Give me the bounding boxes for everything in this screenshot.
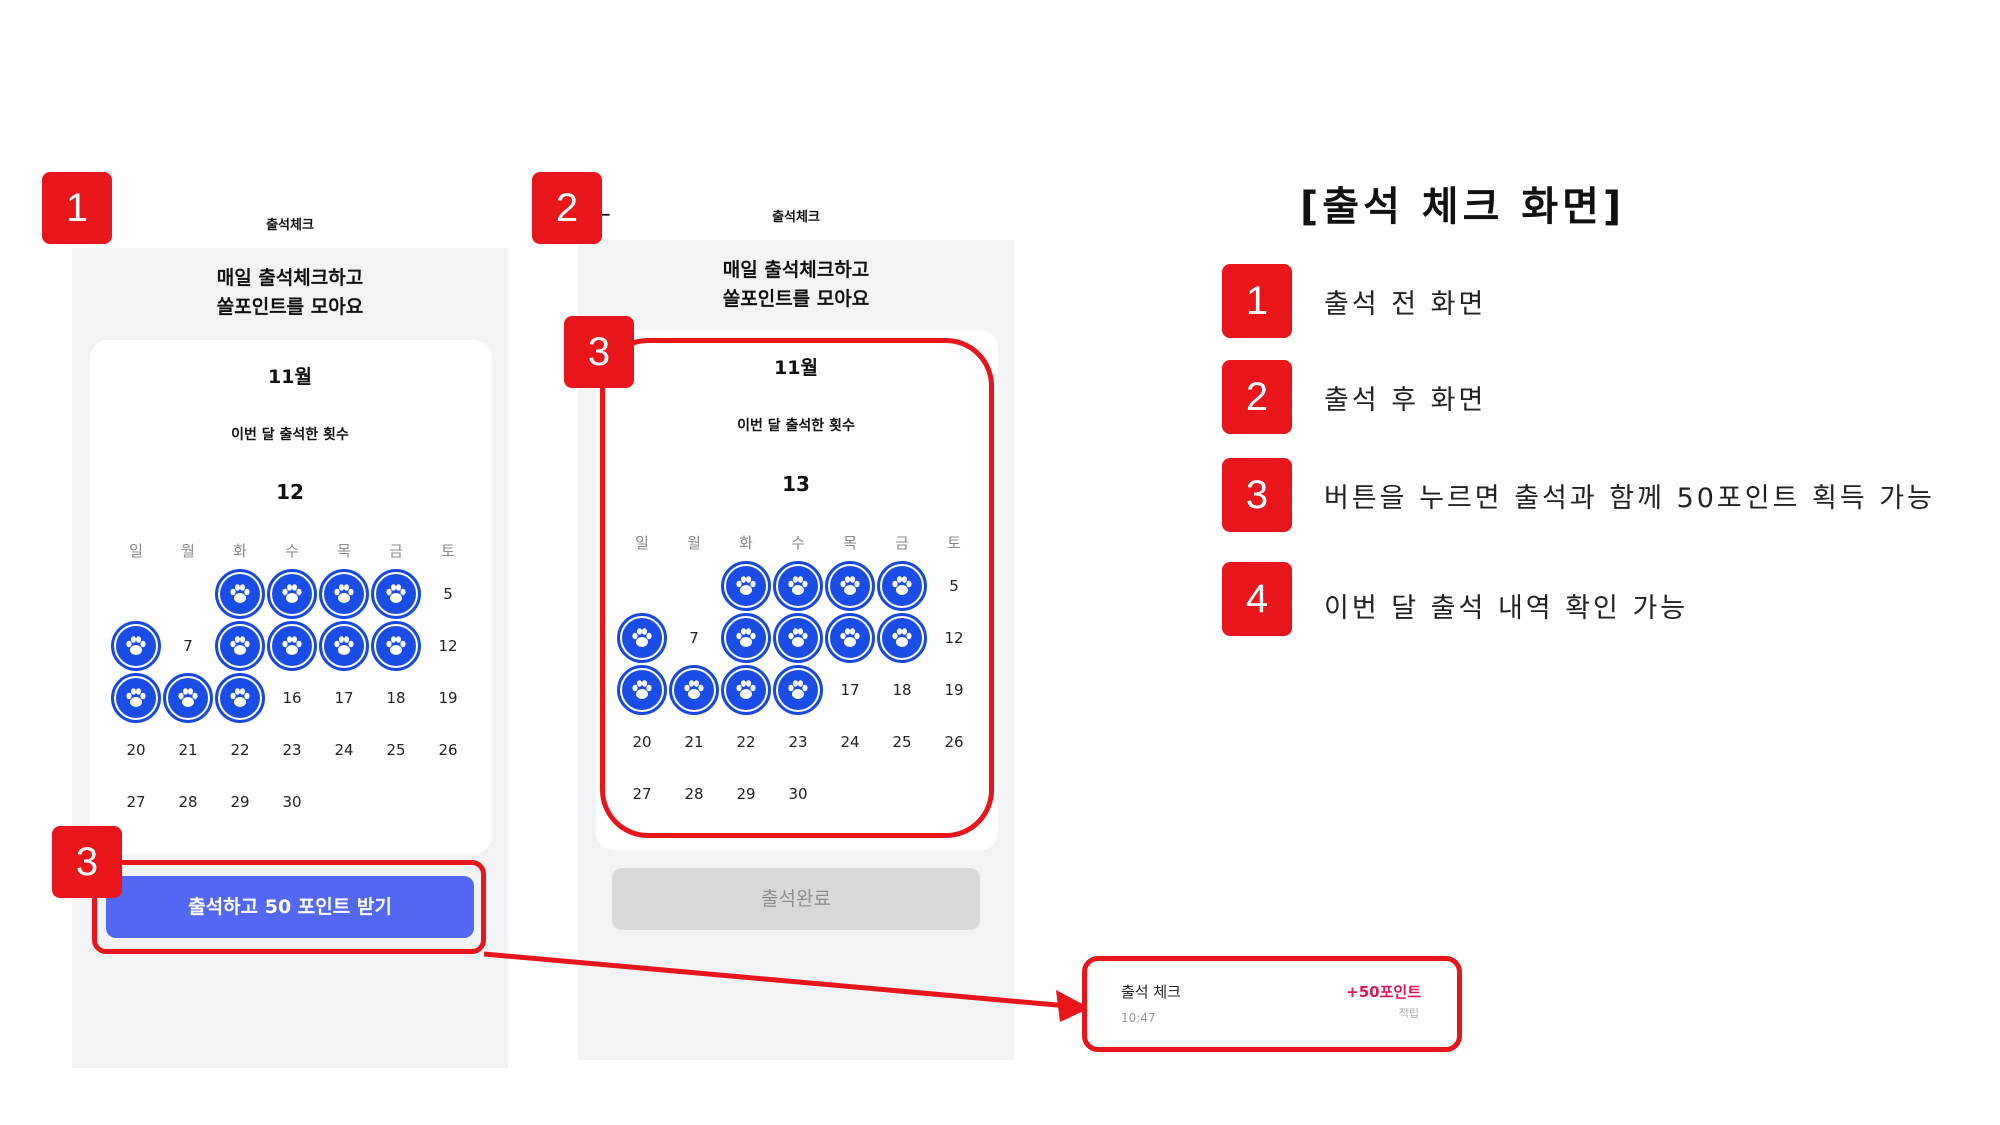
toast-title: 출석 체크 <box>1121 983 1181 1001</box>
legend-text-2: 출석 후 화면 <box>1324 385 1487 416</box>
legend-badge-4: 4 <box>1222 562 1292 636</box>
legend-text-3: 버튼을 누르면 출석과 함께 50포인트 획득 가능 <box>1324 483 1935 514</box>
connector-arrow <box>483 951 1090 1022</box>
legend-title: [출석 체크 화면] <box>1300 184 1626 230</box>
legend-badge-1: 1 <box>1222 264 1292 338</box>
toast-status: 적립 <box>1398 1007 1419 1020</box>
toast-time: 10:47 <box>1121 1011 1156 1025</box>
toast-points: +50포인트 <box>1346 983 1421 1001</box>
points-earned-toast: 출석 체크 10:47 +50포인트 적립 <box>1082 956 1462 1052</box>
legend-text-1: 출석 전 화면 <box>1324 289 1487 320</box>
legend-badge-3: 3 <box>1222 458 1292 532</box>
legend-badge-2: 2 <box>1222 360 1292 434</box>
legend-text-4: 이번 달 출석 내역 확인 가능 <box>1324 593 1689 624</box>
